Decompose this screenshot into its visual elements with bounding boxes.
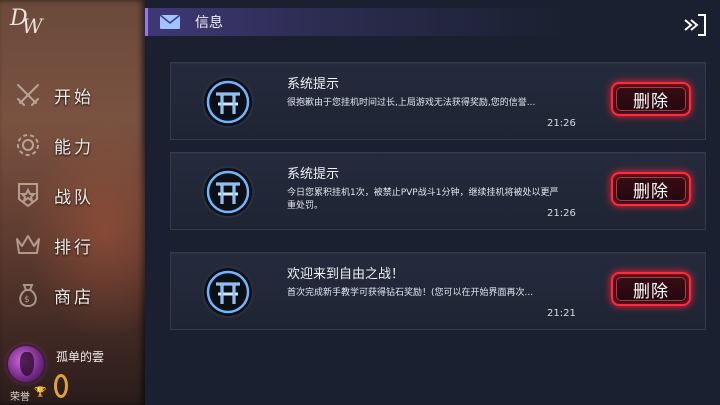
- avatar[interactable]: [8, 346, 44, 382]
- username: 孤单的雲: [56, 350, 105, 364]
- honor-label: 荣誉: [10, 392, 30, 403]
- message-time: 21:26: [547, 208, 576, 219]
- team-shield-icon: [14, 181, 42, 209]
- delete-button-label: 删除: [633, 91, 669, 112]
- crown-icon: [14, 231, 42, 259]
- sidebar: D W 开始 能力 战队 排行 $ 商店 孤单的雲 荣誉 🏆: [0, 0, 145, 405]
- message-time: 21:21: [547, 308, 576, 319]
- page-title: 信息: [195, 15, 223, 31]
- delete-button[interactable]: 删除: [611, 172, 691, 206]
- mail-icon: [159, 14, 181, 30]
- delete-button[interactable]: 删除: [611, 82, 691, 116]
- message-title: 系统提示: [287, 167, 340, 182]
- game-emblem-icon: [204, 168, 252, 216]
- trophy-icon: 🏆: [34, 387, 47, 398]
- crossed-swords-icon: [14, 81, 42, 109]
- money-bag-icon: $: [14, 281, 42, 309]
- honor-ring-icon: [54, 374, 68, 398]
- message-item[interactable]: 系统提示 很抱歉由于您挂机时间过长,上局游戏无法获得奖励,您的信誉... 21:…: [170, 62, 706, 140]
- gear-icon: [14, 131, 42, 159]
- message-body: 首次完成新手教学可获得钻石奖励！(您可以在开始界面再次...: [287, 288, 534, 298]
- nav-label-shop: 商店: [54, 287, 94, 308]
- nav-label-ability: 能力: [54, 137, 94, 158]
- exit-button[interactable]: [682, 12, 708, 38]
- delete-button-label: 删除: [633, 181, 669, 202]
- page-header: 信息: [145, 8, 565, 36]
- exit-icon: [684, 14, 706, 36]
- nav-label-team: 战队: [54, 187, 94, 208]
- message-item[interactable]: 系统提示 今日您累积挂机1次，被禁止PVP战斗1分钟，继续挂机将被处以更严重处罚…: [170, 152, 706, 230]
- nav-item-shop[interactable]: $ 商店: [0, 270, 145, 320]
- svg-text:$: $: [24, 295, 30, 305]
- main-nav: 开始 能力 战队 排行 $ 商店: [0, 70, 145, 320]
- player-profile[interactable]: 孤单的雲 荣誉 🏆: [6, 346, 141, 404]
- message-title: 欢迎来到自由之战！: [287, 267, 405, 282]
- game-emblem-icon: [204, 268, 252, 316]
- game-logo: D W: [10, 6, 50, 40]
- nav-item-start[interactable]: 开始: [0, 70, 145, 120]
- message-body: 今日您累积挂机1次，被禁止PVP战斗1分钟，继续挂机将被处以更严重处罚。: [287, 188, 559, 211]
- nav-item-ranking[interactable]: 排行: [0, 220, 145, 270]
- message-body: 很抱歉由于您挂机时间过长,上局游戏无法获得奖励,您的信誉...: [287, 98, 536, 108]
- game-emblem-icon: [204, 78, 252, 126]
- nav-label-ranking: 排行: [54, 237, 94, 258]
- nav-item-team[interactable]: 战队: [0, 170, 145, 220]
- logo-letter-w: W: [22, 14, 42, 38]
- nav-item-ability[interactable]: 能力: [0, 120, 145, 170]
- delete-button-label: 删除: [633, 281, 669, 302]
- delete-button[interactable]: 删除: [611, 272, 691, 306]
- message-item[interactable]: 欢迎来到自由之战！ 首次完成新手教学可获得钻石奖励！(您可以在开始界面再次...…: [170, 252, 706, 330]
- message-title: 系统提示: [287, 77, 340, 92]
- nav-label-start: 开始: [54, 87, 94, 108]
- message-time: 21:26: [547, 118, 576, 129]
